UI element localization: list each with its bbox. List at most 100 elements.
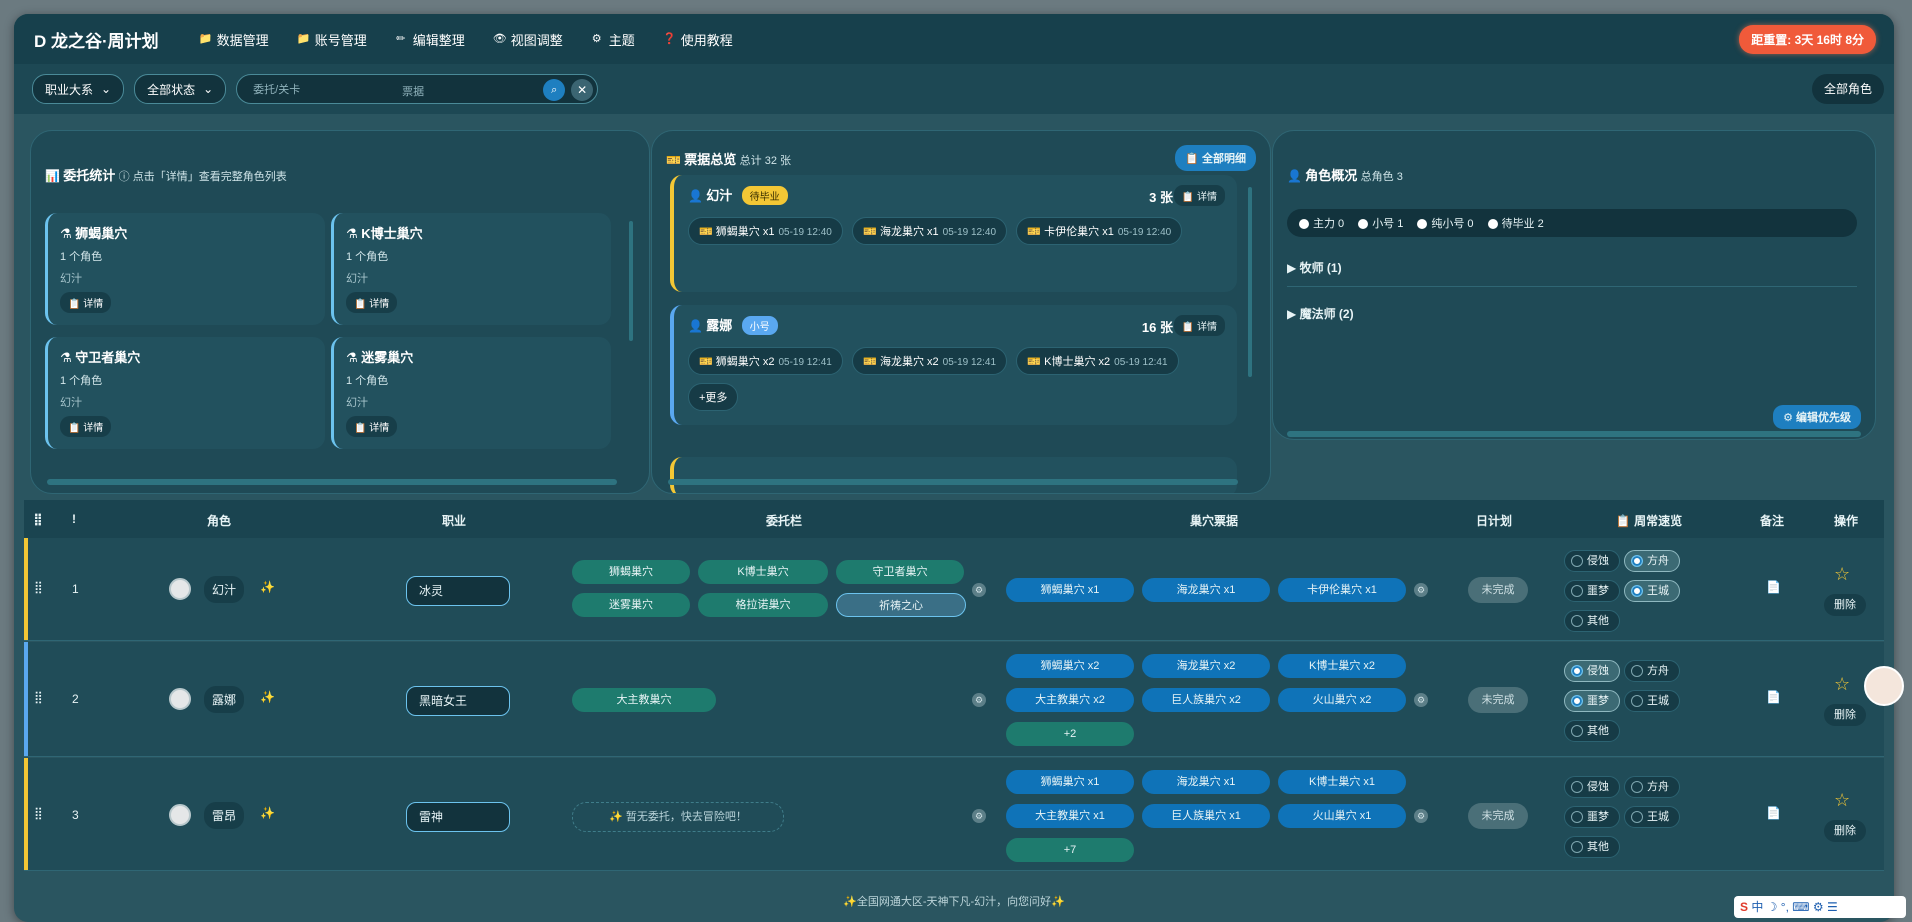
gear-icon[interactable]: ⚙ xyxy=(972,583,986,597)
job-field[interactable]: 黑暗女王 xyxy=(406,686,510,716)
detail-button[interactable]: 📋 详情 xyxy=(1173,185,1225,206)
horizontal-scrollbar[interactable] xyxy=(1287,431,1861,437)
star-icon[interactable]: ☆ xyxy=(1834,564,1850,585)
ticket-chip[interactable]: 巨人族巢穴 x1 xyxy=(1142,804,1270,828)
weekly-toggle[interactable]: 王城 xyxy=(1624,806,1680,828)
assistant-avatar[interactable] xyxy=(1864,666,1904,706)
sparkle-icon[interactable]: ✨ xyxy=(260,806,275,820)
delete-button[interactable]: 删除 xyxy=(1824,820,1866,842)
more-tickets-button[interactable]: +2 xyxy=(1006,722,1134,746)
commission-chip[interactable]: K博士巢穴 xyxy=(698,560,828,584)
commission-chip[interactable]: 祈祷之心 xyxy=(836,593,966,617)
drag-handle-icon[interactable]: ⣿ xyxy=(34,580,43,594)
gear-icon[interactable]: ⚙ xyxy=(1414,693,1428,707)
ticket-chip[interactable]: 火山巢穴 x1 xyxy=(1278,804,1406,828)
edit-priority-button[interactable]: ⚙ 编辑优先级 xyxy=(1773,405,1861,429)
ticket-chip[interactable]: 大主教巢穴 x2 xyxy=(1006,688,1134,712)
menu-tutorial[interactable]: ❓ 使用教程 xyxy=(663,30,733,49)
weekly-toggle[interactable]: 侵蚀 xyxy=(1564,660,1620,682)
avatar[interactable] xyxy=(169,804,191,826)
legend-item[interactable]: 主力 0 xyxy=(1299,215,1344,231)
weekly-toggle[interactable]: 王城 xyxy=(1624,580,1680,602)
weekly-toggle[interactable]: 其他 xyxy=(1564,610,1620,632)
ticket-chip[interactable]: 狮蝎巢穴 x1 xyxy=(1006,578,1134,602)
more-button[interactable]: +更多 xyxy=(688,383,739,411)
star-icon[interactable]: ☆ xyxy=(1834,790,1850,811)
close-icon[interactable]: ✕ xyxy=(571,79,594,101)
detail-button[interactable]: 📋 详情 xyxy=(1173,315,1225,336)
avatar[interactable] xyxy=(169,688,191,710)
weekly-toggle[interactable]: 噩梦 xyxy=(1564,690,1620,712)
role-name[interactable]: 雷昂 xyxy=(204,802,245,829)
status-select[interactable]: 全部状态 ⌄ xyxy=(134,74,227,104)
profession-select[interactable]: 职业大系 ⌄ xyxy=(32,74,125,104)
menu-edit[interactable]: ✏ 编辑整理 xyxy=(395,30,465,49)
horizontal-scrollbar[interactable] xyxy=(668,479,1238,485)
weekly-toggle[interactable]: 噩梦 xyxy=(1564,806,1620,828)
ticket-chip[interactable]: K博士巢穴 x2 xyxy=(1278,654,1406,678)
horizontal-scrollbar[interactable] xyxy=(47,479,617,485)
weekly-toggle[interactable]: 其他 xyxy=(1564,836,1620,858)
drag-handle-icon[interactable]: ⣿ xyxy=(34,806,43,820)
drag-handle-icon[interactable]: ⣿ xyxy=(34,690,43,704)
weekly-toggle[interactable]: 侵蚀 xyxy=(1564,550,1620,572)
vertical-scrollbar[interactable] xyxy=(1248,187,1252,377)
weekly-toggle[interactable]: 方舟 xyxy=(1624,776,1680,798)
commission-chip[interactable]: 守卫者巢穴 xyxy=(836,560,964,584)
search-icon[interactable]: ⌕ xyxy=(543,79,566,101)
more-tickets-button[interactable]: +7 xyxy=(1006,838,1134,862)
gear-icon[interactable]: ⚙ xyxy=(972,693,986,707)
star-icon[interactable]: ☆ xyxy=(1834,674,1850,695)
detail-button[interactable]: 📋 详情 xyxy=(346,416,398,437)
role-name[interactable]: 幻汁 xyxy=(204,576,245,603)
menu-account-management[interactable]: 📁 账号管理 xyxy=(297,30,367,49)
job-field[interactable]: 雷神 xyxy=(406,802,510,832)
vertical-scrollbar[interactable] xyxy=(629,221,633,341)
weekly-toggle[interactable]: 噩梦 xyxy=(1564,580,1620,602)
delete-button[interactable]: 删除 xyxy=(1824,594,1866,616)
commission-chip[interactable]: 大主教巢穴 xyxy=(572,688,716,712)
legend-item[interactable]: 纯小号 0 xyxy=(1417,215,1474,231)
ticket-chip[interactable]: K博士巢穴 x1 xyxy=(1278,770,1406,794)
note-icon[interactable]: 📄 xyxy=(1766,690,1781,704)
menu-data-management[interactable]: 📁 数据管理 xyxy=(199,30,269,49)
daily-status[interactable]: 未完成 xyxy=(1468,577,1528,603)
daily-status[interactable]: 未完成 xyxy=(1468,803,1528,829)
delete-button[interactable]: 删除 xyxy=(1824,704,1866,726)
detail-button[interactable]: 📋 详情 xyxy=(346,292,398,313)
commission-chip[interactable]: 迷雾巢穴 xyxy=(572,593,690,617)
job-field[interactable]: 冰灵 xyxy=(406,576,510,606)
search-input[interactable]: 委托/关卡 票据 ⌕ ✕ xyxy=(236,74,599,104)
role-name[interactable]: 露娜 xyxy=(204,686,245,713)
note-icon[interactable]: 📄 xyxy=(1766,580,1781,594)
ime-toolbar[interactable]: S 中 ☽ °, ⌨ ⚙ ☰ xyxy=(1734,896,1906,918)
ticket-chip[interactable]: 狮蝎巢穴 x2 xyxy=(1006,654,1134,678)
commission-chip[interactable]: 格拉诺巢穴 xyxy=(698,593,828,617)
avatar[interactable] xyxy=(169,578,191,600)
menu-view[interactable]: 👁 视图调整 xyxy=(493,30,563,49)
legend-item[interactable]: 小号 1 xyxy=(1358,215,1403,231)
ticket-chip[interactable]: 海龙巢穴 x2 xyxy=(1142,654,1270,678)
role-group-priest[interactable]: ▶ 牧师 (1) xyxy=(1287,259,1857,287)
weekly-toggle[interactable]: 方舟 xyxy=(1624,660,1680,682)
gear-icon[interactable]: ⚙ xyxy=(1414,583,1428,597)
ticket-chip[interactable]: 大主教巢穴 x1 xyxy=(1006,804,1134,828)
weekly-toggle[interactable]: 侵蚀 xyxy=(1564,776,1620,798)
ticket-chip[interactable]: 狮蝎巢穴 x1 xyxy=(1006,770,1134,794)
sparkle-icon[interactable]: ✨ xyxy=(260,690,275,704)
detail-button[interactable]: 📋 详情 xyxy=(60,416,112,437)
ticket-chip[interactable]: 巨人族巢穴 x2 xyxy=(1142,688,1270,712)
legend-item[interactable]: 待毕业 2 xyxy=(1487,215,1544,231)
all-detail-button[interactable]: 📋 全部明细 xyxy=(1175,145,1256,171)
daily-status[interactable]: 未完成 xyxy=(1468,687,1528,713)
weekly-toggle[interactable]: 方舟 xyxy=(1624,550,1680,572)
gear-icon[interactable]: ⚙ xyxy=(1414,809,1428,823)
ticket-chip[interactable]: 卡伊伦巢穴 x1 xyxy=(1278,578,1406,602)
weekly-toggle[interactable]: 其他 xyxy=(1564,720,1620,742)
sparkle-icon[interactable]: ✨ xyxy=(260,580,275,594)
role-group-mage[interactable]: ▶ 魔法师 (2) xyxy=(1287,305,1857,332)
weekly-toggle[interactable]: 王城 xyxy=(1624,690,1680,712)
ticket-chip[interactable]: 火山巢穴 x2 xyxy=(1278,688,1406,712)
commission-chip[interactable]: 狮蝎巢穴 xyxy=(572,560,690,584)
gear-icon[interactable]: ⚙ xyxy=(972,809,986,823)
